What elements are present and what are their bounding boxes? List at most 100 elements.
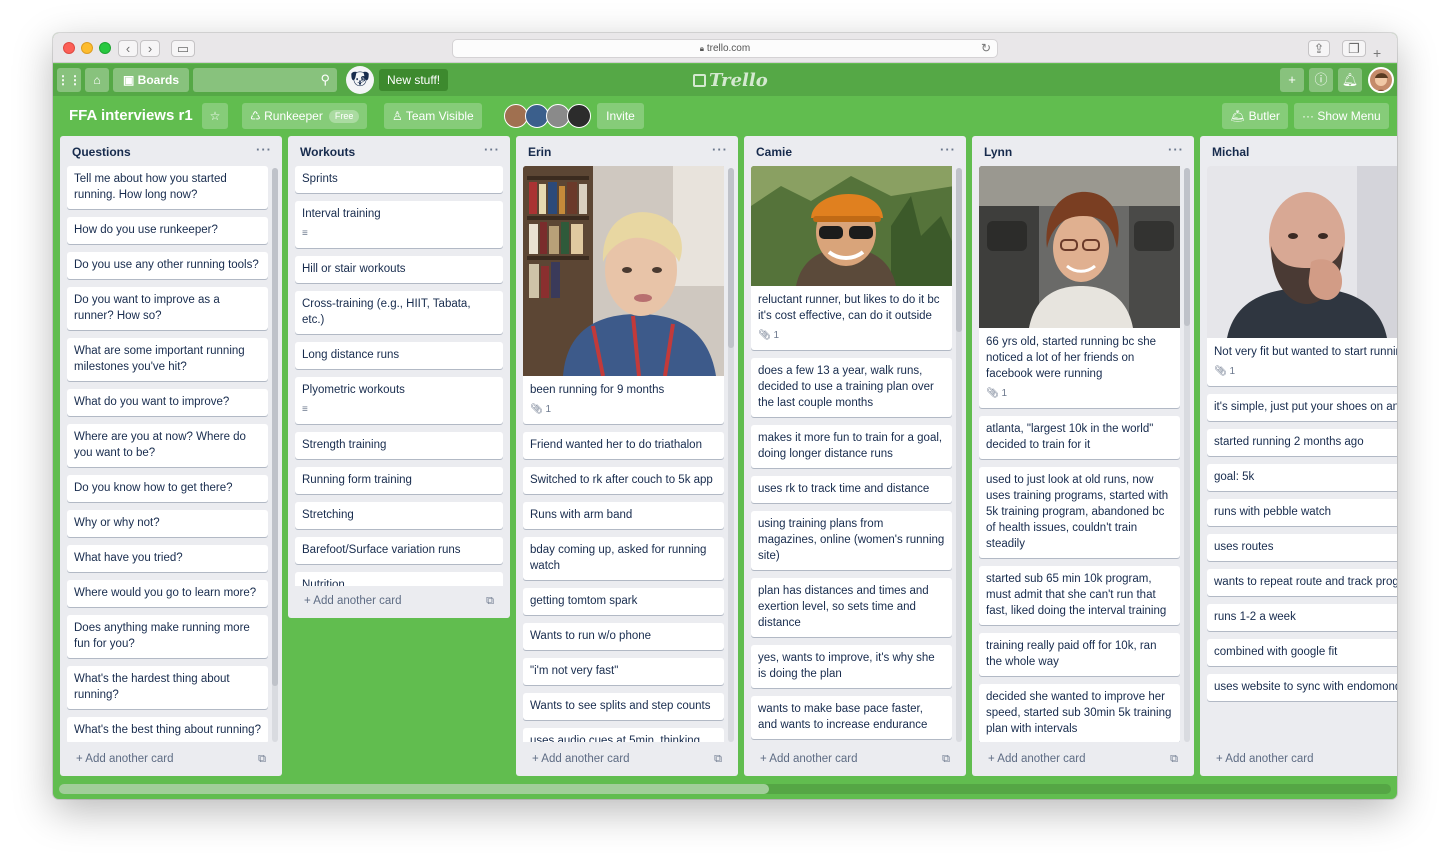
- card[interactable]: runs 1-2 a week: [1207, 604, 1397, 631]
- share-button[interactable]: ⇪: [1308, 40, 1330, 57]
- card[interactable]: Where would you go to learn more?: [67, 580, 268, 607]
- board-horizontal-scrollbar[interactable]: [59, 784, 1391, 794]
- card[interactable]: Switched to rk after couch to 5k app: [523, 467, 724, 494]
- card[interactable]: Barefoot/Surface variation runs: [295, 537, 503, 564]
- add-card-button[interactable]: + Add another card ⧉: [68, 747, 274, 771]
- card[interactable]: Where are you at now? Where do you want …: [67, 424, 268, 467]
- list-scrollbar-thumb[interactable]: [272, 168, 278, 686]
- card[interactable]: reluctant runner, but likes to do it bc …: [751, 166, 952, 350]
- add-card-button[interactable]: + Add another card ⧉: [296, 589, 502, 613]
- card[interactable]: Sprints: [295, 166, 503, 193]
- card[interactable]: Does anything make running more fun for …: [67, 615, 268, 658]
- notifications-button[interactable]: 🔔︎: [1338, 68, 1362, 92]
- close-window-button[interactable]: [63, 42, 75, 54]
- tabs-overview-button[interactable]: ❐: [1342, 40, 1366, 57]
- card[interactable]: Friend wanted her to do triathalon: [523, 432, 724, 459]
- card[interactable]: How do you use runkeeper?: [67, 217, 268, 244]
- card[interactable]: 66 yrs old, started running bc she notic…: [979, 166, 1180, 408]
- card[interactable]: Cross-training (e.g., HIIT, Tabata, etc.…: [295, 291, 503, 334]
- card[interactable]: training really paid off for 10k, ran th…: [979, 633, 1180, 676]
- card[interactable]: Not very fit but wanted to start running…: [1207, 166, 1397, 386]
- card[interactable]: Plyometric workouts ≡: [295, 377, 503, 424]
- search-input[interactable]: ⚲: [193, 68, 337, 92]
- minimize-window-button[interactable]: [81, 42, 93, 54]
- card[interactable]: Do you know how to get there?: [67, 475, 268, 502]
- board-scrollbar-thumb[interactable]: [59, 784, 769, 794]
- apps-button[interactable]: ⋮⋮: [57, 68, 81, 92]
- card[interactable]: makes it more fun to train for a goal, d…: [751, 425, 952, 468]
- add-card-button[interactable]: + Add another card ⧉: [980, 747, 1186, 771]
- team-button[interactable]: ♺ Runkeeper Free: [242, 103, 368, 129]
- card[interactable]: combined with google fit: [1207, 639, 1397, 666]
- board-title[interactable]: FFA interviews r1: [63, 103, 199, 129]
- card[interactable]: uses audio cues at 5min, thinking: [523, 728, 724, 742]
- card[interactable]: Running form training: [295, 467, 503, 494]
- create-button[interactable]: +: [1280, 68, 1304, 92]
- card[interactable]: Long distance runs: [295, 342, 503, 369]
- forward-button[interactable]: ›: [140, 40, 160, 57]
- card[interactable]: using training plans from magazines, onl…: [751, 511, 952, 570]
- taco-mascot-icon[interactable]: 🐶︎: [346, 66, 374, 94]
- back-button[interactable]: ‹: [118, 40, 138, 57]
- butler-button[interactable]: 🛎︎ Butler: [1222, 103, 1288, 129]
- card[interactable]: plan has distances and times and exertio…: [751, 578, 952, 637]
- card[interactable]: uses rk to track time and distance: [751, 476, 952, 503]
- card[interactable]: What have you tried?: [67, 545, 268, 572]
- card[interactable]: What's the hardest thing about running?: [67, 666, 268, 709]
- user-avatar[interactable]: [1368, 67, 1394, 93]
- list-title[interactable]: Michal: [1212, 145, 1249, 159]
- list-title[interactable]: Erin: [528, 145, 551, 159]
- boards-button[interactable]: ▣ Boards: [113, 68, 189, 92]
- card-template-icon[interactable]: ⧉: [714, 747, 722, 771]
- star-board-button[interactable]: ☆: [202, 103, 228, 129]
- add-card-button[interactable]: + Add another card ⧉: [524, 747, 730, 771]
- card[interactable]: used to just look at old runs, now uses …: [979, 467, 1180, 558]
- new-stuff-button[interactable]: New stuff!: [379, 69, 449, 91]
- member-avatar[interactable]: [567, 104, 591, 128]
- card[interactable]: "i'm not very fast": [523, 658, 724, 685]
- list-title[interactable]: Questions: [72, 145, 131, 159]
- card-template-icon[interactable]: ⧉: [1170, 747, 1178, 771]
- card[interactable]: Runs with arm band: [523, 502, 724, 529]
- card[interactable]: uses routes: [1207, 534, 1397, 561]
- info-button[interactable]: ⓘ: [1309, 68, 1333, 92]
- card[interactable]: Do you use any other running tools?: [67, 252, 268, 279]
- card[interactable]: What's the best thing about running?: [67, 717, 268, 742]
- card[interactable]: decided she wanted to improve her speed,…: [979, 684, 1180, 742]
- card[interactable]: Do you want to improve as a runner? How …: [67, 287, 268, 330]
- card[interactable]: wants to make base pace faster, and want…: [751, 696, 952, 739]
- list-menu-icon[interactable]: ···: [256, 142, 272, 157]
- zoom-window-button[interactable]: [99, 42, 111, 54]
- card-template-icon[interactable]: ⧉: [942, 747, 950, 771]
- card[interactable]: goal: 5k: [1207, 464, 1397, 491]
- card[interactable]: atlanta, "largest 10k in the world" deci…: [979, 416, 1180, 459]
- card[interactable]: runs with pebble watch: [1207, 499, 1397, 526]
- card[interactable]: getting tomtom spark: [523, 588, 724, 615]
- card-template-icon[interactable]: ⧉: [258, 747, 266, 771]
- list-scrollbar-thumb[interactable]: [1184, 168, 1190, 326]
- card[interactable]: it's simple, just put your shoes on and …: [1207, 394, 1397, 421]
- card[interactable]: Hill or stair workouts: [295, 256, 503, 283]
- add-card-button[interactable]: + Add another card ⧉: [752, 747, 958, 771]
- list-title[interactable]: Lynn: [984, 145, 1012, 159]
- trello-logo[interactable]: Trello: [693, 70, 768, 91]
- reload-icon[interactable]: ↻: [981, 40, 991, 57]
- list-scrollbar[interactable]: [1184, 168, 1190, 742]
- card[interactable]: Stretching: [295, 502, 503, 529]
- add-card-button[interactable]: + Add another card: [1208, 747, 1397, 771]
- list-title[interactable]: Workouts: [300, 145, 355, 159]
- card[interactable]: Wants to run w/o phone: [523, 623, 724, 650]
- card-template-icon[interactable]: ⧉: [486, 589, 494, 613]
- address-bar[interactable]: 🔒︎ trello.com ↻: [452, 39, 998, 58]
- card[interactable]: Nutrition: [295, 572, 503, 586]
- list-menu-icon[interactable]: ···: [484, 142, 500, 157]
- list-scrollbar-thumb[interactable]: [956, 168, 962, 332]
- card[interactable]: does a few 13 a year, walk runs, decided…: [751, 358, 952, 417]
- card[interactable]: yes, wants to improve, it's why she is d…: [751, 645, 952, 688]
- card[interactable]: What are some important running mileston…: [67, 338, 268, 381]
- card[interactable]: started sub 65 min 10k program, must adm…: [979, 566, 1180, 625]
- list-scrollbar[interactable]: [956, 168, 962, 742]
- sidebar-toggle-button[interactable]: ▭: [171, 40, 195, 57]
- list-menu-icon[interactable]: ···: [940, 142, 956, 157]
- card[interactable]: Tell me about how you started running. H…: [67, 166, 268, 209]
